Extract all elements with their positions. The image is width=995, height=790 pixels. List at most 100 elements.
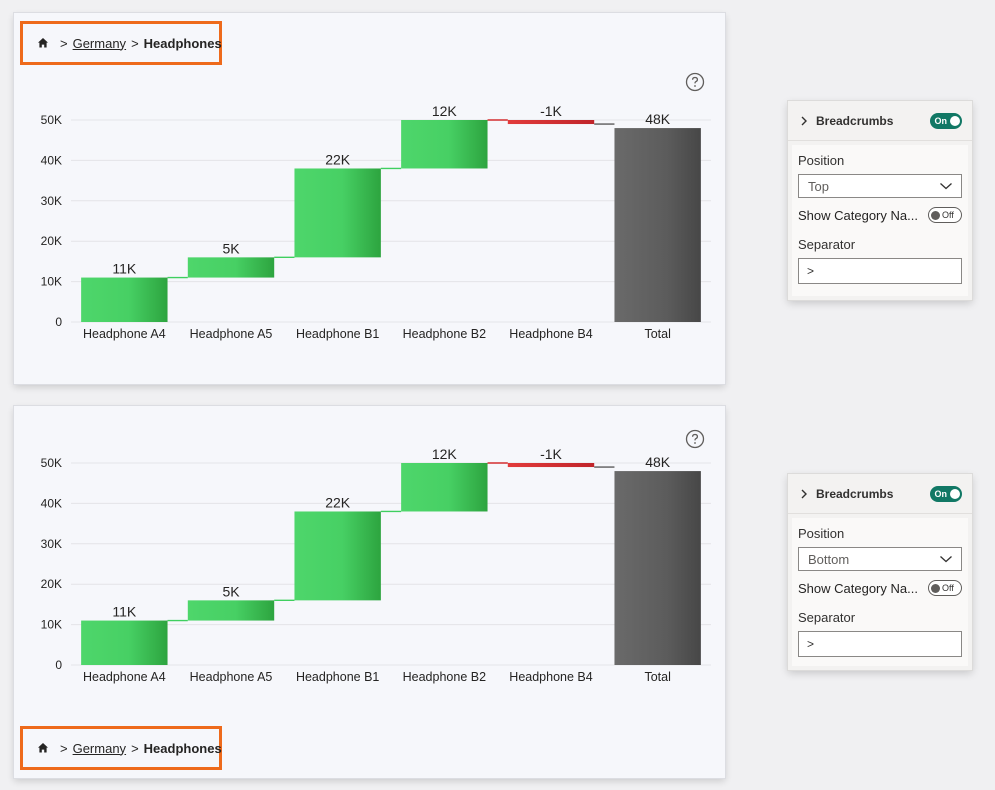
toggle-label: Off (942, 210, 954, 220)
waterfall-bar (81, 277, 168, 322)
separator-value: > (807, 264, 815, 278)
breadcrumb-separator: > (131, 740, 139, 756)
y-tick-label: 0 (55, 315, 62, 329)
panel-body: Position Top Show Category Na... Off Sep… (792, 145, 968, 296)
y-tick-label: 40K (41, 496, 62, 510)
show-category-toggle[interactable]: Off (928, 580, 962, 596)
toggle-knob (931, 583, 940, 593)
breadcrumbs-toggle[interactable]: On (930, 485, 962, 502)
show-category-row: Show Category Na... Off (798, 580, 962, 596)
separator-label: Separator (798, 610, 856, 625)
data-label: 11K (112, 604, 137, 620)
data-label: 5K (222, 583, 240, 599)
x-tick-label: Headphone B4 (509, 327, 592, 341)
breadcrumb-separator: > (131, 35, 139, 51)
y-tick-label: 0 (55, 658, 62, 672)
waterfall-bar (614, 128, 701, 322)
position-label: Position (798, 526, 845, 541)
waterfall-bar (614, 471, 701, 665)
position-value: Bottom (808, 551, 850, 567)
panel-title: Breadcrumbs (816, 486, 894, 501)
x-tick-label: Headphone B2 (403, 670, 486, 684)
x-tick-label: Headphone A5 (190, 670, 273, 684)
data-label: 48K (645, 454, 671, 470)
y-tick-label: 50K (41, 456, 62, 470)
position-value: Top (808, 178, 829, 194)
toggle-knob (931, 210, 940, 220)
waterfall-chart: 0 10K 20K 30K 40K 50K 11K Headphone A4 5K Headpho… (41, 446, 711, 684)
breadcrumb-item-germany[interactable]: Germany (73, 36, 126, 51)
chevron-down-icon (939, 179, 953, 194)
waterfall-bar (507, 463, 595, 468)
y-tick-label: 30K (41, 194, 62, 208)
waterfall-bar (294, 511, 381, 601)
breadcrumb: > Germany > Headphones (20, 21, 222, 65)
waterfall-bar (294, 168, 381, 258)
toggle-knob (950, 115, 960, 126)
panel-body: Position Bottom Show Category Na... Off … (792, 518, 968, 666)
help-icon[interactable] (685, 72, 705, 92)
data-label: -1K (540, 103, 562, 119)
x-tick-label: Headphone B4 (509, 670, 592, 684)
y-tick-label: 10K (41, 275, 62, 289)
waterfall-visual-bottom: 0 10K 20K 30K 40K 50K 11K Headphone A4 5K Headpho… (14, 406, 725, 778)
show-category-label: Show Category Na... (798, 580, 918, 596)
panel-header[interactable]: Breadcrumbs On (788, 474, 972, 514)
data-label: 12K (432, 446, 458, 462)
y-tick-label: 20K (41, 234, 62, 248)
breadcrumb-separator: > (60, 35, 68, 51)
show-category-row: Show Category Na... Off (798, 207, 962, 223)
breadcrumb-item-germany[interactable]: Germany (73, 741, 126, 756)
breadcrumb-item-current: Headphones (143, 740, 222, 756)
x-tick-label: Headphone B2 (403, 327, 486, 341)
format-pane-breadcrumbs: Breadcrumbs On Position Top Show Categor… (788, 101, 972, 300)
data-label: 11K (112, 261, 137, 277)
separator-input[interactable]: > (798, 258, 962, 284)
waterfall-bar (187, 600, 275, 621)
waterfall-bar (401, 120, 488, 169)
y-tick-label: 40K (41, 153, 62, 167)
chevron-right-icon[interactable] (798, 488, 810, 500)
x-tick-label: Headphone A4 (83, 327, 166, 341)
position-label: Position (798, 153, 845, 168)
y-tick-label: 20K (41, 577, 62, 591)
waterfall-bar (507, 120, 595, 125)
data-label: 12K (432, 103, 458, 119)
toggle-label: Off (942, 583, 954, 593)
show-category-toggle[interactable]: Off (928, 207, 962, 223)
y-tick-label: 30K (41, 537, 62, 551)
toggle-knob (950, 488, 960, 499)
x-tick-label: Headphone B1 (296, 670, 379, 684)
waterfall-chart: 0 10K 20K 30K 40K 50K 11K Headphone A4 5K Headpho… (41, 103, 711, 341)
breadcrumb-item-current: Headphones (143, 35, 222, 51)
x-tick-label: Total (644, 327, 670, 341)
y-tick-label: 10K (41, 618, 62, 632)
home-icon[interactable] (37, 742, 49, 754)
data-label: 22K (325, 494, 351, 510)
breadcrumb: > Germany > Headphones (20, 726, 222, 770)
waterfall-bar (81, 620, 168, 665)
chevron-down-icon (939, 552, 953, 567)
separator-input[interactable]: > (798, 631, 962, 657)
home-icon[interactable] (37, 37, 49, 49)
data-label: 22K (325, 151, 351, 167)
x-tick-label: Headphone B1 (296, 327, 379, 341)
breadcrumbs-toggle[interactable]: On (930, 112, 962, 129)
data-label: 5K (222, 240, 240, 256)
position-dropdown[interactable]: Bottom (798, 547, 962, 571)
y-tick-label: 50K (41, 113, 62, 127)
chevron-right-icon[interactable] (798, 115, 810, 127)
position-dropdown[interactable]: Top (798, 174, 962, 198)
panel-title: Breadcrumbs (816, 113, 894, 128)
format-pane-breadcrumbs: Breadcrumbs On Position Bottom Show Cate… (788, 474, 972, 670)
toggle-label: On (934, 488, 948, 499)
panel-header[interactable]: Breadcrumbs On (788, 101, 972, 141)
data-label: -1K (540, 446, 562, 462)
waterfall-visual-top: > Germany > Headphones 0 10K 20K 30K 40K 50K 1… (14, 13, 725, 384)
separator-value: > (807, 637, 815, 651)
x-tick-label: Total (644, 670, 670, 684)
x-tick-label: Headphone A4 (83, 670, 166, 684)
waterfall-bar (187, 257, 275, 278)
data-label: 48K (645, 111, 671, 127)
x-tick-label: Headphone A5 (190, 327, 273, 341)
